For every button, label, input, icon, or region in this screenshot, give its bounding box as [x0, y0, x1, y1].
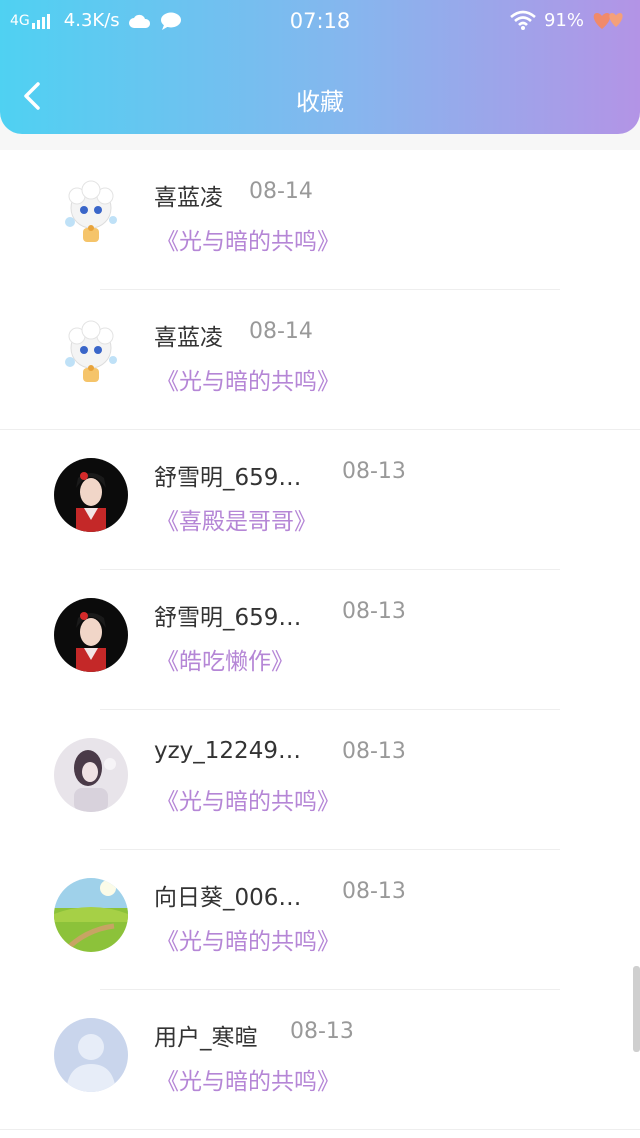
list-item[interactable]: 向日葵_006… 08-13 《光与暗的共鸣》: [0, 850, 640, 990]
user-name[interactable]: 喜蓝凌: [154, 178, 223, 212]
book-title[interactable]: 《喜殿是哥哥》: [156, 502, 317, 536]
list-item[interactable]: 喜蓝凌 08-14 《光与暗的共鸣》: [0, 290, 640, 430]
item-date: 08-13: [342, 459, 406, 484]
avatar[interactable]: [54, 178, 128, 252]
avatar[interactable]: [54, 318, 128, 392]
list-item[interactable]: 用户_寒暄 08-13 《光与暗的共鸣》: [0, 990, 640, 1130]
user-name[interactable]: 用户_寒暄: [154, 1018, 258, 1052]
divider: [0, 1129, 640, 1130]
battery-level: 91%: [543, 9, 584, 31]
book-title[interactable]: 《光与暗的共鸣》: [156, 922, 340, 956]
avatar[interactable]: [54, 738, 128, 812]
item-date: 08-13: [342, 739, 406, 764]
header-bar: 4G 4.3K/s 07:18 91% 收藏: [0, 0, 640, 134]
user-name[interactable]: 喜蓝凌: [154, 318, 223, 352]
avatar[interactable]: [54, 878, 128, 952]
list-item[interactable]: 喜蓝凌 08-14 《光与暗的共鸣》: [0, 150, 640, 290]
page-title: 收藏: [296, 88, 344, 116]
item-date: 08-13: [342, 599, 406, 624]
user-name[interactable]: 舒雪明_659…: [154, 458, 301, 492]
item-date: 08-14: [249, 179, 313, 204]
favorites-list: 喜蓝凌 08-14 《光与暗的共鸣》 喜蓝凌 08-14 《光与暗的共鸣》 舒雪…: [0, 150, 640, 1138]
default-user-icon[interactable]: [54, 1018, 128, 1092]
book-title[interactable]: 《光与暗的共鸣》: [156, 782, 340, 816]
item-date: 08-13: [342, 879, 406, 904]
user-name[interactable]: yzy_12249…: [154, 738, 301, 764]
user-name[interactable]: 舒雪明_659…: [154, 598, 301, 632]
avatar[interactable]: [54, 598, 128, 672]
book-title[interactable]: 《光与暗的共鸣》: [156, 362, 340, 396]
user-name[interactable]: 向日葵_006…: [154, 878, 301, 912]
book-title[interactable]: 《皓吃懒作》: [156, 642, 294, 676]
avatar[interactable]: [54, 458, 128, 532]
scrollbar[interactable]: [633, 966, 640, 1052]
status-bar: 4G 4.3K/s 07:18 91%: [0, 0, 640, 44]
list-item[interactable]: 舒雪明_659… 08-13 《皓吃懒作》: [0, 570, 640, 710]
list-item[interactable]: yzy_12249… 08-13 《光与暗的共鸣》: [0, 710, 640, 850]
book-title[interactable]: 《光与暗的共鸣》: [156, 1062, 340, 1096]
heart-icon: [593, 13, 623, 29]
list-item[interactable]: 舒雪明_659… 08-13 《喜殿是哥哥》: [0, 430, 640, 570]
item-date: 08-14: [249, 319, 313, 344]
book-title[interactable]: 《光与暗的共鸣》: [156, 222, 340, 256]
wifi-icon: [510, 10, 536, 30]
item-date: 08-13: [290, 1019, 354, 1044]
